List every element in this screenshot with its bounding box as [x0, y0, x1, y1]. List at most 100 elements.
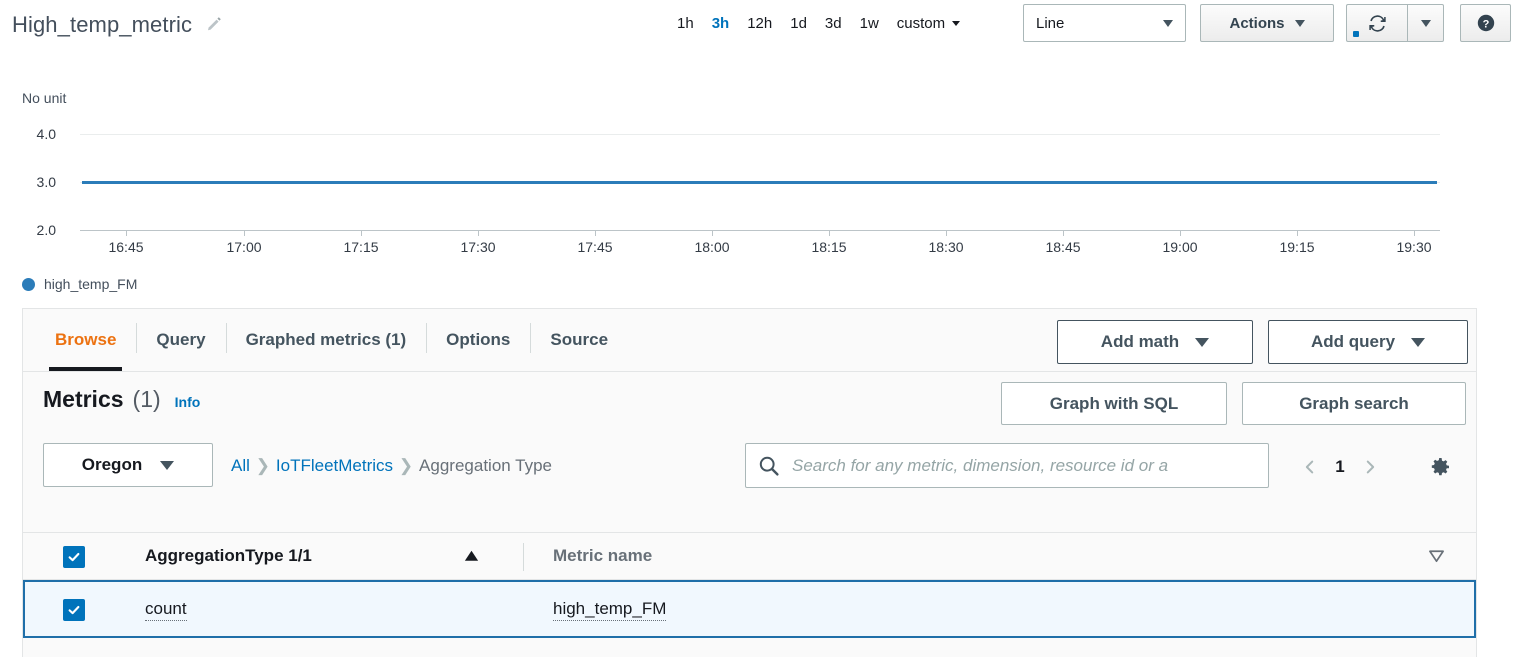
metrics-panel: Browse Query Graphed metrics (1) Options…: [22, 308, 1477, 657]
x-tick-label-5: 18:00: [694, 239, 729, 255]
time-range-12h[interactable]: 12h: [738, 11, 781, 36]
title-group: High_temp_metric: [12, 12, 224, 38]
breadcrumb-item-iotfleetmetrics[interactable]: IoTFleetMetrics: [276, 456, 393, 476]
column-divider: [523, 543, 524, 571]
breadcrumb-item-all[interactable]: All: [231, 456, 250, 476]
info-link[interactable]: Info: [175, 394, 201, 410]
x-tick-label-1: 17:00: [226, 239, 261, 255]
y-tick-label-2: 2.0: [37, 222, 56, 238]
x-tick-8: [1063, 230, 1064, 236]
x-tick-label-0: 16:45: [108, 239, 143, 255]
sort-descending-icon[interactable]: [1428, 549, 1445, 568]
tab-source[interactable]: Source: [530, 309, 628, 371]
add-math-button[interactable]: Add math: [1057, 320, 1253, 364]
time-range-3d[interactable]: 3d: [816, 11, 851, 36]
sort-ascending-icon[interactable]: [463, 549, 480, 568]
graph-with-sql-button[interactable]: Graph with SQL: [1001, 382, 1227, 425]
chevron-down-icon: [1195, 338, 1209, 347]
x-tick-label-2: 17:15: [343, 239, 378, 255]
table-row[interactable]: count high_temp_FM: [23, 580, 1476, 638]
time-range-1h[interactable]: 1h: [668, 11, 703, 36]
chevron-right-icon: ❯: [250, 456, 276, 476]
chevron-right-icon: ❯: [393, 456, 419, 476]
breadcrumb-item-aggregation-type: Aggregation Type: [419, 456, 552, 476]
refresh-button[interactable]: [1346, 4, 1407, 42]
column-header-metric-name[interactable]: Metric name: [553, 546, 652, 566]
time-range-custom[interactable]: custom: [888, 11, 964, 36]
region-select-button[interactable]: Oregon: [43, 443, 213, 487]
pencil-icon[interactable]: [206, 16, 224, 34]
graph-header: High_temp_metric 1h 3h 12h 1d 3d 1w cust…: [0, 0, 1521, 58]
tab-label: Source: [550, 330, 608, 350]
time-range-1w[interactable]: 1w: [851, 11, 888, 36]
cell-aggregation-type[interactable]: count: [145, 599, 187, 621]
x-tick-label-3: 17:30: [460, 239, 495, 255]
custom-label: custom: [897, 15, 945, 32]
page-number[interactable]: 1: [1329, 457, 1351, 477]
time-range-3h[interactable]: 3h: [703, 11, 739, 36]
x-tick-label-4: 17:45: [577, 239, 612, 255]
search-input[interactable]: [790, 455, 1256, 477]
x-tick-4: [595, 230, 596, 236]
chevron-down-icon: [1163, 20, 1173, 27]
page-title: High_temp_metric: [12, 12, 192, 38]
add-query-button[interactable]: Add query: [1268, 320, 1468, 364]
y-axis-labels: 4.0 3.0 2.0: [0, 58, 70, 303]
chart-type-select[interactable]: Line: [1023, 4, 1186, 42]
metrics-title-group: Metrics (1) Info: [43, 386, 200, 413]
add-math-label: Add math: [1101, 332, 1179, 352]
tab-options[interactable]: Options: [426, 309, 530, 371]
x-tick-label-8: 18:45: [1045, 239, 1080, 255]
cell-metric-name[interactable]: high_temp_FM: [553, 599, 666, 621]
tab-query[interactable]: Query: [136, 309, 225, 371]
x-tick-label-7: 18:30: [928, 239, 963, 255]
actions-button[interactable]: Actions: [1200, 4, 1334, 42]
actions-label: Actions: [1229, 15, 1284, 32]
time-range-1d[interactable]: 1d: [781, 11, 816, 36]
next-page-button[interactable]: [1355, 452, 1385, 482]
x-tick-3: [478, 230, 479, 236]
chevron-down-icon: [1295, 20, 1305, 27]
row-checkbox[interactable]: [63, 599, 85, 621]
svg-text:?: ?: [1482, 18, 1489, 30]
refresh-options-button[interactable]: [1407, 4, 1444, 42]
x-tick-11: [1414, 230, 1415, 236]
metrics-heading: Metrics: [43, 386, 124, 413]
chart-plot-area: 16:45 17:00 17:15 17:30 17:45 18:00 18:1…: [80, 58, 1440, 303]
x-axis-line: [80, 230, 1440, 231]
metrics-table: AggregationType 1/1 Metric name count hi…: [23, 532, 1476, 638]
select-all-checkbox[interactable]: [63, 546, 85, 568]
chevron-down-icon: [160, 461, 174, 470]
x-tick-9: [1180, 230, 1181, 236]
breadcrumb: All ❯ IoTFleetMetrics ❯ Aggregation Type: [231, 456, 552, 476]
x-tick-7: [946, 230, 947, 236]
panel-tabbar: Browse Query Graphed metrics (1) Options…: [23, 309, 1476, 372]
gear-icon[interactable]: [1423, 450, 1457, 484]
graph-search-button[interactable]: Graph search: [1242, 382, 1466, 425]
time-range-selector: 1h 3h 12h 1d 3d 1w custom: [668, 11, 964, 36]
search-box[interactable]: [745, 443, 1269, 488]
metrics-filter-row: Oregon All ❯ IoTFleetMetrics ❯ Aggregati…: [23, 434, 1476, 496]
chevron-down-icon: [952, 21, 960, 26]
tab-label: Graphed metrics (1): [246, 330, 407, 350]
chart-type-value: Line: [1036, 15, 1064, 32]
tab-graphed-metrics[interactable]: Graphed metrics (1): [226, 309, 427, 371]
metrics-header: Metrics (1) Info Graph with SQL Graph se…: [23, 372, 1476, 434]
graph-with-sql-label: Graph with SQL: [1050, 394, 1178, 414]
tab-list: Browse Query Graphed metrics (1) Options…: [35, 309, 628, 371]
metric-chart: No unit 4.0 3.0 2.0 16:45 17:00 1: [0, 58, 1521, 303]
tab-label: Query: [156, 330, 205, 350]
y-tick-label-4: 4.0: [37, 126, 56, 142]
help-button[interactable]: ?: [1460, 4, 1511, 42]
tab-browse[interactable]: Browse: [35, 309, 136, 371]
x-tick-label-10: 19:15: [1279, 239, 1314, 255]
chevron-down-icon: [1411, 338, 1425, 347]
x-tick-label-11: 19:30: [1396, 239, 1431, 255]
legend-item-label[interactable]: high_temp_FM: [44, 276, 137, 292]
x-tick-0: [126, 230, 127, 236]
previous-page-button[interactable]: [1295, 452, 1325, 482]
refresh-icon: [1368, 14, 1387, 33]
tab-label: Options: [446, 330, 510, 350]
region-label: Oregon: [82, 455, 142, 475]
column-header-aggregation-type[interactable]: AggregationType 1/1: [145, 546, 312, 566]
